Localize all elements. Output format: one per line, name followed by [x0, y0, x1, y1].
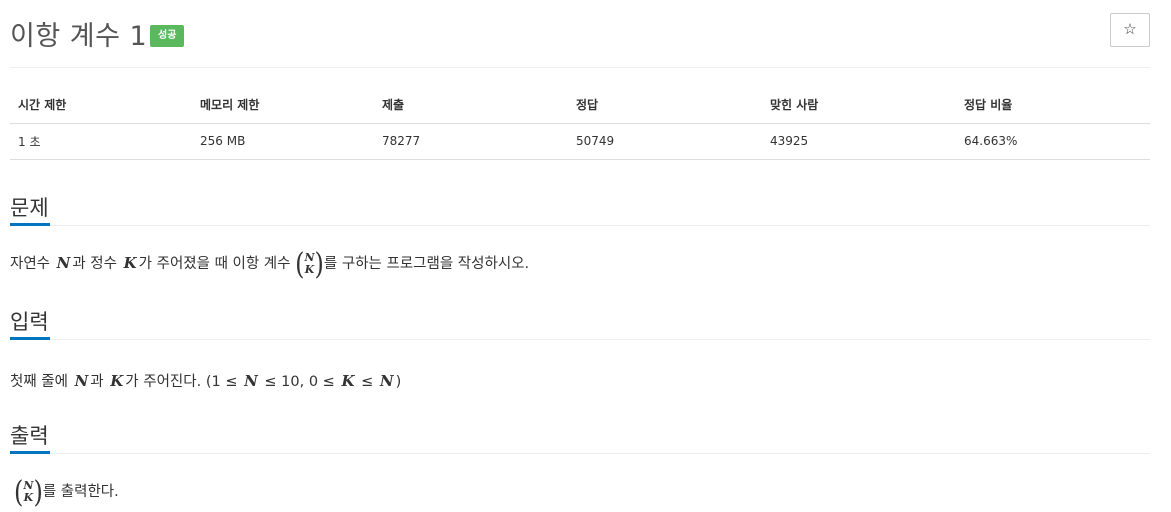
problem-section-headline: 문제: [10, 188, 1150, 226]
cell-solved-users: 43925: [762, 123, 956, 160]
output-section-title: 출력: [10, 424, 49, 448]
math-var-n: N: [379, 372, 394, 390]
input-text: ≤ 10, 0 ≤: [264, 374, 335, 390]
input-description: 첫째 줄에 N과 K가 주어진다. (1 ≤ N ≤ 10, 0 ≤ K ≤ N…: [10, 370, 1150, 391]
cell-time-limit: 1 초: [10, 123, 192, 160]
binomial-coefficient: (N K): [295, 246, 324, 282]
header-memory-limit: 메모리 제한: [192, 87, 374, 124]
table-row: 1 초 256 MB 78277 50749 43925 64.663%: [10, 123, 1150, 160]
input-text: 첫째 줄에: [10, 374, 68, 390]
math-var-n: N: [56, 254, 71, 272]
input-text: 과: [90, 374, 104, 390]
header-time-limit: 시간 제한: [10, 87, 192, 124]
input-text: ≤: [361, 374, 374, 390]
input-text: ): [395, 374, 402, 390]
problem-info-table: 시간 제한 메모리 제한 제출 정답 맞힌 사람 정답 비율 1 초 256 M…: [10, 87, 1150, 160]
section-underline: [10, 223, 50, 226]
binomial-coefficient: (N K): [14, 474, 43, 510]
binom-bottom: K: [304, 263, 315, 276]
binom-right-paren: ): [33, 474, 43, 510]
math-var-n: N: [244, 372, 258, 390]
star-button[interactable]: ☆: [1110, 13, 1150, 47]
section-underline: [10, 337, 50, 340]
header-accept-ratio: 정답 비율: [956, 87, 1150, 124]
math-var-k: K: [123, 254, 137, 272]
problem-description: 자연수 N과 정수 K가 주어졌을 때 이항 계수 (N K)를 구하는 프로그램…: [10, 246, 1150, 282]
star-icon: ☆: [1123, 21, 1137, 38]
cell-accept-ratio: 64.663%: [956, 123, 1150, 160]
cell-memory-limit: 256 MB: [192, 123, 374, 160]
binom-bottom: K: [23, 491, 34, 504]
header-submissions: 제출: [374, 87, 568, 124]
output-section: 출력 (N K)를 출력한다.: [10, 416, 1150, 507]
problem-text: 자연수: [10, 256, 51, 272]
page-header: 이항 계수 1 성공 ☆: [10, 0, 1150, 68]
output-section-headline: 출력: [10, 416, 1150, 454]
header-solved-users: 맞힌 사람: [762, 87, 956, 124]
cell-accepted: 50749: [568, 123, 762, 160]
input-section-headline: 입력: [10, 302, 1150, 340]
output-description: (N K)를 출력한다.: [14, 474, 1154, 510]
input-section-title: 입력: [10, 310, 49, 334]
input-section: 입력 첫째 줄에 N과 K가 주어진다. (1 ≤ N ≤ 10, 0 ≤ K …: [10, 302, 1150, 391]
problem-section-title: 문제: [10, 196, 49, 220]
cell-submissions: 78277: [374, 123, 568, 160]
problem-text: 를 구하는 프로그램을 작성하시오.: [323, 256, 530, 272]
math-var-k: K: [110, 372, 124, 390]
problem-text: 가 주어졌을 때 이항 계수: [138, 256, 291, 272]
math-var-k: K: [341, 372, 355, 390]
header-accepted: 정답: [568, 87, 762, 124]
problem-section: 문제 자연수 N과 정수 K가 주어졌을 때 이항 계수 (N K)를 구하는 프…: [10, 188, 1150, 282]
binom-left-paren: (: [295, 246, 305, 282]
status-badge: 성공: [150, 25, 185, 47]
binom-right-paren: ): [314, 246, 324, 282]
input-text: 가 주어진다. (1 ≤: [125, 374, 238, 390]
section-underline: [10, 451, 50, 454]
problem-text: 과 정수: [72, 256, 117, 272]
problem-title: 이항 계수 1: [10, 21, 148, 52]
table-header-row: 시간 제한 메모리 제한 제출 정답 맞힌 사람 정답 비율: [10, 87, 1150, 124]
output-text: 를 출력한다.: [42, 484, 119, 500]
math-var-n: N: [74, 372, 89, 390]
binom-left-paren: (: [14, 474, 24, 510]
